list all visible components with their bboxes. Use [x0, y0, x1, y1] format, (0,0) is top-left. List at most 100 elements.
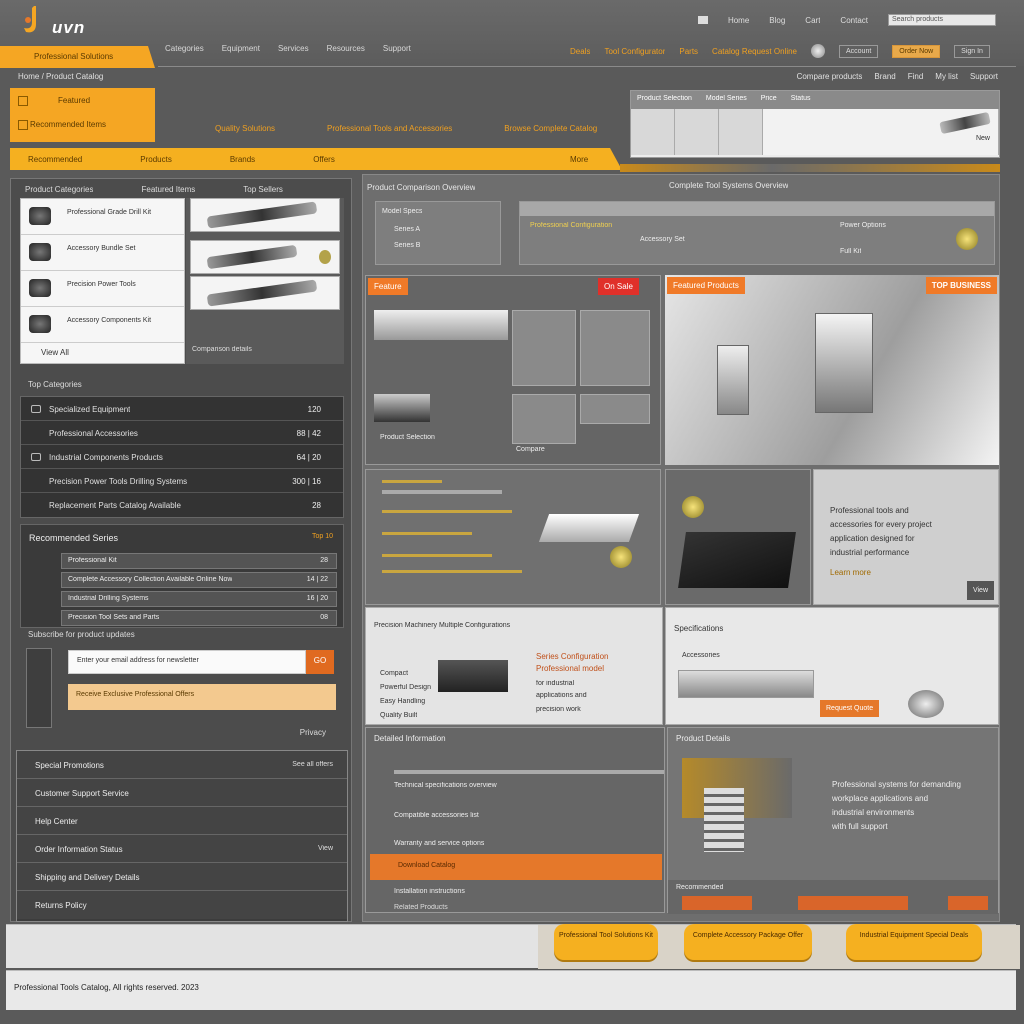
accordion-item[interactable]: Order Information Status View — [17, 835, 347, 863]
recommended-item[interactable] — [798, 896, 908, 910]
menu-item[interactable]: Precision Power Tools Drilling Systems 30… — [21, 469, 343, 493]
nav-item-configurator[interactable]: Tool Configurator — [604, 47, 665, 56]
case-panel[interactable] — [665, 469, 811, 605]
accordion-item[interactable]: Customer Support Service — [17, 779, 347, 807]
accessory-panel[interactable] — [365, 469, 661, 605]
menu-item[interactable]: Professional Accessories 88 | 42 — [21, 421, 343, 445]
comparison-label[interactable]: Comparison details — [192, 346, 252, 353]
breadcrumb-path[interactable]: Home / Product Catalog — [18, 72, 103, 81]
list-item[interactable]: Professional Grade Drill Kit — [21, 199, 184, 235]
accordion-item[interactable]: Help Center — [17, 807, 347, 835]
list-item[interactable]: Industrial Drilling Systems 16 | 20 — [61, 591, 337, 607]
cta-button[interactable]: Industrial Equipment Special Deals — [846, 924, 982, 960]
view-all-link[interactable]: View All — [41, 348, 69, 357]
recommended-item[interactable] — [682, 896, 752, 910]
globe-icon[interactable] — [811, 44, 825, 58]
learn-more-link[interactable]: Learn more — [830, 568, 871, 577]
table-header[interactable]: Status — [791, 95, 811, 105]
brand-tab[interactable]: Professional Solutions — [0, 46, 155, 68]
spec-panel[interactable]: Model Specs Series A Series B — [375, 201, 501, 265]
featured-tab[interactable]: Featured Products — [667, 277, 745, 294]
table-cell[interactable] — [631, 109, 675, 155]
accordion-item[interactable]: Shipping and Delivery Details — [17, 863, 347, 891]
tab-categories[interactable]: Product Categories — [25, 185, 93, 194]
view-button[interactable]: View — [966, 581, 994, 600]
category-recommended[interactable]: Recommended — [28, 155, 82, 164]
compare-link[interactable]: Compare — [516, 446, 545, 453]
order-button[interactable]: Order Now — [892, 44, 941, 58]
series-menu-count[interactable]: Top 10 — [312, 533, 333, 540]
product-image[interactable] — [190, 198, 340, 232]
cta-button[interactable]: Professional Tool Solutions Kit — [554, 924, 658, 960]
utility-link-compare[interactable]: Compare products — [797, 72, 863, 81]
topnav-item-cart[interactable]: Cart — [805, 16, 820, 25]
home-icon[interactable] — [697, 16, 708, 24]
list-item[interactable]: Accessory Bundle Set — [21, 235, 184, 271]
table-cell[interactable] — [719, 109, 763, 155]
logo[interactable]: uvn — [22, 6, 102, 40]
detail-line[interactable]: Warranty and service options — [394, 840, 484, 847]
submit-button[interactable]: GO — [306, 650, 334, 674]
product-image[interactable] — [374, 394, 430, 422]
machinery-panel[interactable]: Precision Machinery Multiple Configurati… — [365, 607, 663, 725]
nav-item-support[interactable]: Support — [383, 44, 411, 53]
category-brands[interactable]: Brands — [230, 155, 255, 164]
product-image[interactable] — [190, 276, 340, 310]
product-image[interactable] — [512, 394, 576, 444]
related-link[interactable]: Related Products — [394, 904, 448, 911]
nav-item-catalog-request[interactable]: Catalog Request Online — [712, 47, 797, 56]
featured-box[interactable]: Featured Recommended Items — [10, 88, 155, 142]
privacy-link[interactable]: Privacy — [300, 728, 326, 737]
category-offers[interactable]: Offers — [313, 155, 335, 164]
nav-item-equipment[interactable]: Equipment — [222, 44, 260, 53]
table-header[interactable]: Price — [761, 95, 777, 105]
nav-item-resources[interactable]: Resources — [327, 44, 365, 53]
tab-featured[interactable]: Featured Items — [141, 185, 195, 194]
utility-link-find[interactable]: Find — [908, 72, 924, 81]
configuration-panel[interactable]: Professional Configuration Accessory Set… — [519, 201, 995, 265]
table-header[interactable]: Product Selection — [637, 95, 692, 105]
cta-button[interactable]: Complete Accessory Package Offer — [684, 924, 812, 960]
accordion-link[interactable]: View — [318, 845, 333, 852]
list-item[interactable]: Precision Power Tools — [21, 271, 184, 307]
menu-item[interactable]: Specialized Equipment 120 — [21, 397, 343, 421]
list-item[interactable]: Professional Kit 28 — [61, 553, 337, 569]
product-image[interactable] — [580, 394, 650, 424]
download-catalog-button[interactable]: Download Catalog — [370, 854, 662, 880]
accordion-item[interactable]: Returns Policy — [17, 891, 347, 919]
featured-product-hero[interactable]: Featured Products TOP BUSINESS — [665, 275, 999, 465]
topnav-item-home[interactable]: Home — [728, 16, 749, 25]
menu-item[interactable]: Replacement Parts Catalog Available 28 — [21, 493, 343, 517]
list-item[interactable]: Precision Tool Sets and Parts 08 — [61, 610, 337, 626]
sign-in-button[interactable]: Sign In — [954, 44, 990, 58]
product-image[interactable] — [580, 310, 650, 386]
utility-link-support[interactable]: Support — [970, 72, 998, 81]
tab-top-sellers[interactable]: Top Sellers — [243, 185, 283, 194]
recommended-item[interactable] — [948, 896, 988, 910]
table-cell[interactable] — [675, 109, 719, 155]
request-quote-button[interactable]: Request Quote — [820, 700, 880, 717]
topnav-item-contact[interactable]: Contact — [840, 16, 868, 25]
hero-tagline[interactable]: Browse Complete Catalog — [504, 124, 597, 133]
offers-banner[interactable]: Receive Exclusive Professional Offers — [68, 684, 336, 710]
nav-item-deals[interactable]: Deals — [570, 47, 590, 56]
utility-link-brand[interactable]: Brand — [874, 72, 895, 81]
topnav-item-blog[interactable]: Blog — [769, 16, 785, 25]
product-image[interactable] — [512, 310, 576, 386]
accordion-item[interactable]: Special Promotions See all offers — [17, 751, 347, 779]
category-more[interactable]: More — [570, 155, 588, 164]
sale-badge[interactable]: On Sale — [598, 278, 639, 295]
detail-line[interactable]: Compatible accessories list — [394, 812, 479, 819]
accordion-link[interactable]: See all offers — [292, 761, 333, 768]
nav-item-parts[interactable]: Parts — [679, 47, 698, 56]
detail-line[interactable]: Installation instructions — [394, 888, 465, 895]
category-products[interactable]: Products — [140, 155, 172, 164]
nav-item-categories[interactable]: Categories — [165, 44, 204, 53]
utility-link-list[interactable]: My list — [935, 72, 958, 81]
table-header[interactable]: Model Series — [706, 95, 747, 105]
email-field[interactable]: Enter your email address for newsletter — [68, 650, 306, 674]
menu-item[interactable]: Industrial Components Products 64 | 20 — [21, 445, 343, 469]
account-button[interactable]: Account — [839, 44, 879, 58]
nav-item-services[interactable]: Services — [278, 44, 309, 53]
specifications-panel[interactable]: Specifications Accessories Request Quote — [665, 607, 999, 725]
